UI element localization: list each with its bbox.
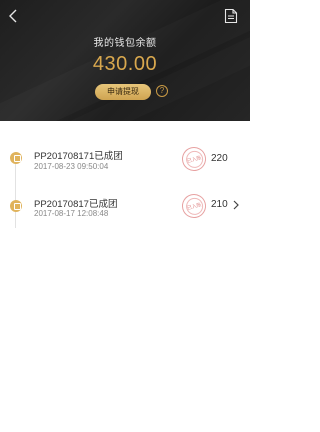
document-icon[interactable] (224, 8, 238, 24)
record-title: PP201708171已成团 (34, 151, 123, 162)
record-dot-icon (10, 152, 22, 164)
question-mark-icon[interactable]: ? (156, 85, 168, 97)
record-dot-icon (10, 200, 22, 212)
wallet-header: 我的钱包余额 430.00 申请提现 ? (0, 0, 250, 121)
record-amount: 210 (211, 199, 228, 210)
withdraw-button[interactable]: 申请提现 (95, 84, 151, 100)
timeline-line (15, 158, 16, 228)
chevron-right-icon[interactable] (232, 200, 240, 210)
back-arrow-icon[interactable] (6, 8, 22, 24)
record-amount: 220 (211, 153, 228, 164)
stamp-text: 已入账 (186, 202, 202, 212)
record-title[interactable]: PP20170817已成团 (34, 196, 117, 210)
credited-stamp: 已入账 (179, 144, 209, 174)
credited-stamp: 已入账 (179, 191, 209, 221)
page-title: 我的钱包余额 (93, 38, 157, 49)
record-time: 2017-08-17 12:08:48 (34, 209, 109, 218)
record-time: 2017-08-23 09:50:04 (34, 162, 109, 171)
stamp-text: 已入账 (186, 155, 202, 165)
balance-amount: 430.00 (92, 53, 158, 75)
